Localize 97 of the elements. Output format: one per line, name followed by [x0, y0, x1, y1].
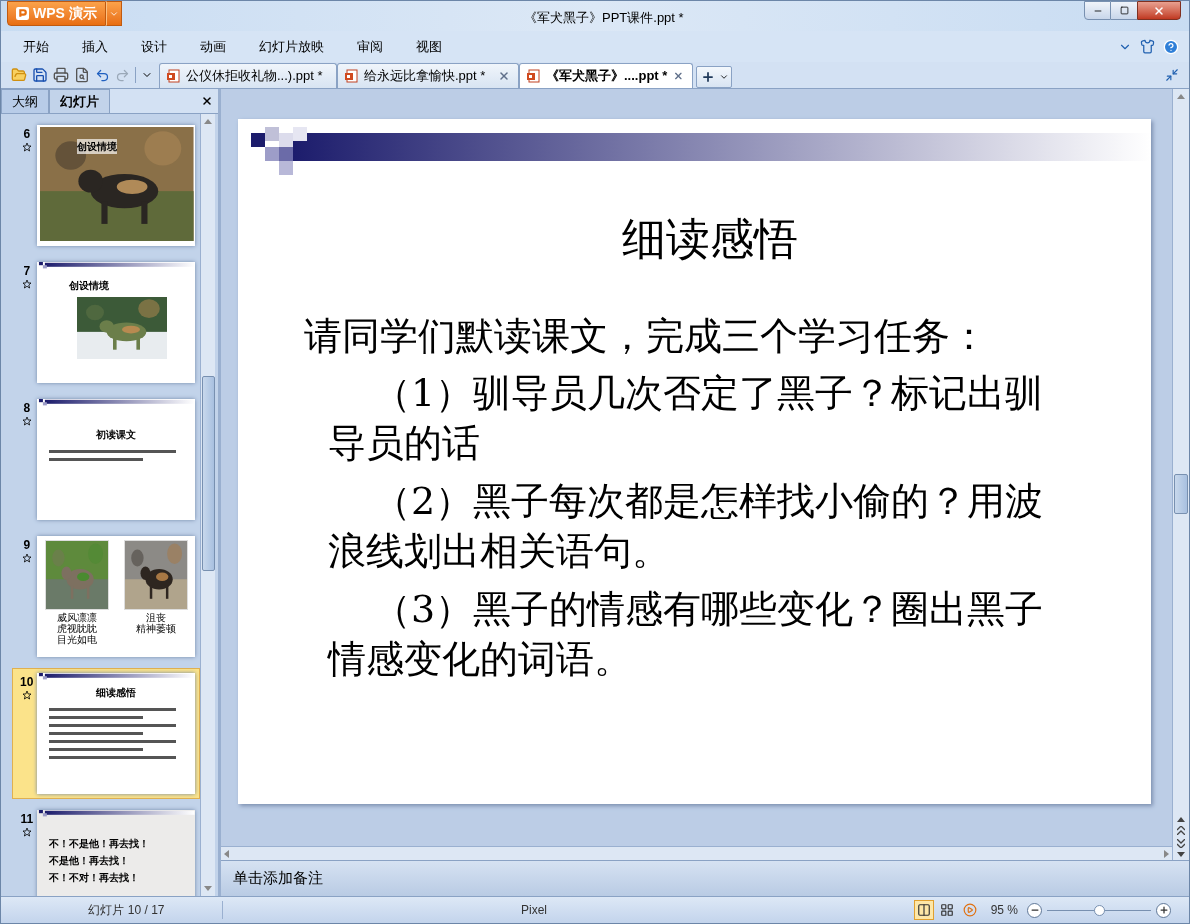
thumbnail-text: 不是他！再去找！	[49, 855, 131, 866]
print-preview-icon[interactable]	[74, 67, 90, 83]
caret-icon	[719, 72, 729, 82]
scroll-up-icon	[1177, 94, 1185, 99]
slide-thumbnail-item[interactable]: 9 威风凛凛 虎视眈眈 目光如电 沮丧 精神萎顿	[12, 531, 200, 662]
document-tab-label: 《军犬黑子》....ppt *	[546, 67, 668, 86]
slide-number: 11	[20, 813, 34, 825]
logo-icon	[16, 7, 29, 20]
slide-counter: 幻灯片 10 / 17	[1, 901, 223, 919]
minimize-button[interactable]	[1084, 1, 1111, 20]
document-tab[interactable]: 《军犬黑子》....ppt *	[519, 63, 693, 88]
new-tab-button[interactable]	[696, 66, 732, 88]
slide-thumbnail-item[interactable]: 10 细读感悟	[12, 668, 200, 799]
slide-number: 8	[23, 402, 31, 414]
picture-caption: 威风凛凛	[56, 612, 97, 623]
slide-title: 细读感悟	[621, 214, 798, 264]
thumbnail-title: 初读课文	[96, 428, 137, 442]
star-icon	[21, 279, 32, 289]
document-tab[interactable]: 公仪休拒收礼物...).ppt *	[159, 63, 337, 88]
slide-thumbnail-item[interactable]: 11 不！不是他！再去找！ 不是他！再去找！ 不！不对！再去找！	[12, 805, 200, 896]
picture-caption: 沮丧	[145, 612, 166, 623]
menu-item[interactable]: 视图	[404, 34, 454, 59]
scroll-down-icon	[204, 886, 212, 891]
next-slide-icon[interactable]	[1177, 839, 1185, 848]
zoom-slider-thumb[interactable]	[1094, 904, 1105, 916]
slide-number: 7	[23, 265, 31, 277]
task-text: （2）黑子每次都是怎样找小偷的？用波浪线划出相关语句。	[328, 478, 1045, 575]
previous-slide-icon[interactable]	[1177, 826, 1185, 835]
vertical-scrollbar[interactable]	[1172, 89, 1189, 860]
theme-name: Pixel	[521, 902, 547, 919]
menu-item[interactable]: 幻灯片放映	[247, 34, 336, 59]
slide-thumbnail-item[interactable]: 8 初读课文	[12, 394, 200, 525]
window-title: 《军犬黑子》PPT课件.ppt *	[524, 9, 684, 27]
save-icon[interactable]	[32, 67, 48, 83]
thumbnail-text: 不！不对！再去找！	[49, 872, 141, 883]
horizontal-scrollbar[interactable]	[221, 846, 1172, 860]
panel-tab[interactable]: 大纲	[1, 89, 49, 113]
help-icon[interactable]	[1163, 38, 1179, 55]
presentation-file-icon	[166, 69, 180, 83]
picture-caption: 虎视眈眈	[56, 623, 97, 634]
close-tab-icon[interactable]	[498, 70, 510, 82]
scrollbar-thumb[interactable]	[201, 376, 215, 571]
star-icon	[21, 827, 32, 837]
picture-caption: 目光如电	[56, 634, 97, 645]
plus-icon	[1158, 905, 1169, 915]
thumbnail-title: 创设情境	[69, 279, 111, 293]
close-icon	[1153, 4, 1165, 17]
slide-intro-text: 请同学们默读课文，完成三个学习任务：	[304, 313, 989, 360]
shirt-icon[interactable]	[1140, 39, 1155, 54]
star-icon	[21, 690, 32, 700]
undo-icon[interactable]	[95, 67, 110, 83]
zoom-percent: 95 %	[990, 902, 1018, 919]
star-icon	[21, 142, 32, 152]
panel-tab[interactable]: 幻灯片	[49, 89, 110, 113]
view-button[interactable]	[913, 900, 934, 920]
plus-icon	[701, 70, 715, 84]
close-tab-icon[interactable]	[673, 70, 684, 82]
task-text: （3）黑子的情感有哪些变化？圈出黑子情感变化的词语。	[328, 586, 1045, 683]
picture-caption: 精神萎顿	[135, 623, 176, 634]
zoom-out-button[interactable]	[1027, 902, 1042, 918]
presentation-file-icon	[526, 69, 540, 83]
scroll-up-icon	[204, 119, 212, 124]
slide-number: 6	[23, 128, 31, 140]
zoom-in-button[interactable]	[1156, 902, 1171, 918]
slide-number: 9	[23, 539, 31, 551]
menu-item[interactable]: 审阅	[345, 34, 395, 59]
star-icon	[21, 553, 32, 563]
scroll-left-icon	[224, 849, 229, 858]
thumbnail-text: 不！不是他！再去找！	[49, 838, 151, 849]
menu-item[interactable]: 设计	[129, 34, 179, 59]
window-layout-icon[interactable]	[1165, 68, 1179, 82]
print-icon[interactable]	[53, 67, 69, 83]
slide-thumbnail-item[interactable]: 7 创设情境	[12, 257, 200, 388]
close-button[interactable]	[1137, 1, 1181, 20]
scrollbar[interactable]	[200, 114, 215, 896]
menu-item[interactable]: 插入	[70, 34, 120, 59]
menu-item[interactable]: 动画	[188, 34, 238, 59]
notes-field[interactable]: 单击添加备注	[221, 860, 1189, 896]
document-tab-label: 给永远比拿愉快.ppt *	[364, 67, 486, 86]
star-icon	[21, 416, 32, 426]
slide-number: 10	[20, 676, 34, 688]
maximize-icon	[1119, 6, 1129, 15]
task-text: （1）驯导员几次否定了黑子？标记出驯导员的话	[328, 370, 1045, 467]
presentation-file-icon	[344, 69, 358, 83]
document-tab-label: 公仪休拒收礼物...).ppt *	[186, 67, 323, 86]
scroll-down-icon	[1177, 852, 1185, 857]
close-panel-icon[interactable]	[201, 95, 213, 107]
thumbnail-title: 细读感悟	[96, 686, 137, 700]
scroll-right-icon	[1164, 849, 1169, 858]
menu-item[interactable]: 开始	[11, 34, 61, 59]
slide-thumbnail-item[interactable]: 6 创设情境	[12, 120, 200, 251]
scrollbar-thumb[interactable]	[1174, 474, 1188, 514]
document-tab[interactable]: 给永远比拿愉快.ppt *	[337, 63, 519, 88]
zoom-slider[interactable]	[1047, 904, 1151, 916]
thumbnail-title: 创设情境	[77, 139, 118, 154]
maximize-button[interactable]	[1111, 1, 1137, 20]
scroll-up-icon	[1177, 817, 1185, 822]
